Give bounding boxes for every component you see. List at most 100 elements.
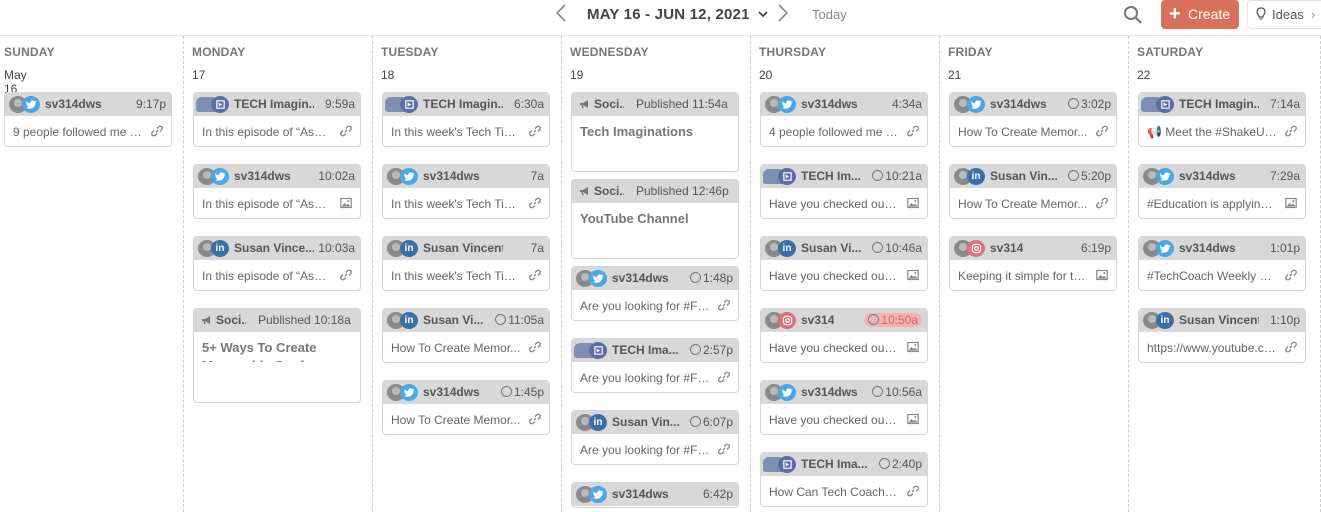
post-card[interactable]: sv314dws 6:42p: [571, 482, 739, 508]
post-card[interactable]: sv314dws 10:56a Have you checked out ...: [760, 380, 928, 435]
scheduled-time: 2:57p: [690, 343, 733, 357]
post-card[interactable]: sv314dws 7a In this week's Tech Tip,...: [382, 164, 550, 219]
post-card[interactable]: sv314dws 10:02a In this episode of “Ask t.…: [193, 164, 361, 219]
image-icon: [1285, 197, 1297, 209]
post-text: How To Create Memor...: [958, 197, 1088, 211]
day-name: FRIDAY: [948, 45, 993, 59]
day-name: MONDAY: [192, 45, 246, 59]
post-card[interactable]: sv314 6:19p Keeping it simple for to...: [949, 236, 1117, 291]
twitter-icon: [778, 96, 796, 113]
next-range-button[interactable]: [773, 4, 793, 26]
youtube-icon: [589, 342, 607, 359]
post-card-header: Soci... Published 11:54a: [572, 93, 738, 116]
post-card[interactable]: sv314dws 7:29a #Education is applying ...: [1138, 164, 1306, 219]
search-icon: [1124, 6, 1142, 24]
youtube-icon: [778, 168, 796, 185]
link-icon: [1285, 125, 1297, 137]
post-preview: Have you checked out ...: [761, 404, 927, 434]
day-date: 17: [192, 68, 206, 82]
account-name: Susan Vince...: [234, 241, 314, 255]
scheduled-time: 2:40p: [879, 457, 922, 471]
scheduled-time: 7a: [530, 241, 544, 255]
post-card[interactable]: sv314dws 9:17p 9 people followed me a...: [4, 92, 172, 147]
post-card-header: sv314dws 1:45p: [383, 381, 549, 404]
link-icon: [1285, 269, 1297, 281]
post-card-header: sv314dws 10:56a: [761, 381, 927, 404]
post-card[interactable]: in Susan Vi... 10:46a Have you checked out …: [760, 236, 928, 291]
day-date: 21: [948, 68, 962, 82]
post-text: 9 people followed me a...: [13, 125, 143, 139]
previous-range-button[interactable]: [551, 4, 571, 26]
post-text: Keeping it simple for to...: [958, 269, 1088, 283]
post-text: In this episode of “Ask t...: [202, 125, 332, 139]
post-preview: Have you checked out ...: [761, 332, 927, 362]
post-preview: How To Create Memor...: [950, 188, 1116, 218]
post-text: How To Create Memor...: [958, 125, 1088, 139]
post-card-header: TECH Im... 10:21a: [761, 165, 927, 188]
post-card[interactable]: sv314dws 4:34a 4 people followed me a...: [760, 92, 928, 147]
post-card[interactable]: TECH Imagin... 9:59a In this episode of “A…: [193, 92, 361, 147]
scheduled-time: 7:14a: [1269, 97, 1300, 111]
image-icon: [907, 197, 919, 209]
post-text: #TechCoach Weekly ep...: [1147, 269, 1277, 283]
chevron-left-icon: [555, 4, 566, 22]
post-card[interactable]: sv314dws 1:48p Are you looking for #Fu...: [571, 266, 739, 321]
twitter-icon: [1156, 240, 1174, 257]
post-card[interactable]: TECH Imagin... 6:30a In this week's Tech T…: [382, 92, 550, 147]
search-button[interactable]: [1122, 4, 1144, 26]
scheduled-time: 1:45p: [501, 385, 544, 399]
post-card[interactable]: sv314dws 1:45p How To Create Memor...: [382, 380, 550, 435]
scheduled-time: 1:48p: [690, 271, 733, 285]
post-preview: Are you looking for #Fu...: [572, 434, 738, 464]
scheduled-time: 10:50a: [864, 313, 922, 327]
date-range-picker[interactable]: MAY 16 - JUN 12, 2021: [587, 6, 768, 23]
post-title: 5+ Ways To Create Memorable Conference P…: [202, 340, 346, 362]
post-preview: https://www.youtube.co...: [1139, 332, 1305, 362]
post-card[interactable]: Soci... Published 10:18a 5+ Ways To Create…: [193, 308, 361, 403]
scheduled-time: 10:46a: [872, 241, 922, 255]
post-text: How To Create Memor...: [391, 341, 521, 355]
account-name: Soci...: [216, 313, 246, 327]
plus-icon: +: [1169, 3, 1181, 25]
account-name: sv314dws: [423, 385, 480, 399]
account-name: TECH Imagin...: [1179, 97, 1259, 111]
post-text: Have you checked out ...: [769, 197, 899, 211]
post-card-header: in Susan Vince... 10:03a: [194, 237, 360, 260]
post-preview: #Education is applying ...: [1139, 188, 1305, 218]
create-button[interactable]: + Create: [1161, 0, 1239, 29]
link-icon: [340, 125, 352, 137]
post-title: YouTube Channel: [580, 211, 689, 226]
post-card[interactable]: TECH Im... 10:21a Have you checked out ...: [760, 164, 928, 219]
megaphone-icon: [580, 100, 588, 109]
published-time: Published 10:18a: [258, 313, 351, 327]
post-card[interactable]: TECH Ima... 2:40p How Can Tech Coache...: [760, 452, 928, 507]
post-card[interactable]: Soci... Published 11:54a Tech Imaginations: [571, 92, 739, 172]
youtube-icon: [211, 96, 229, 113]
twitter-icon: [1156, 168, 1174, 185]
scheduled-time: 10:03a: [318, 241, 355, 255]
ideas-button[interactable]: Ideas ›: [1247, 0, 1321, 29]
calendar-toolbar: MAY 16 - JUN 12, 2021 Today + Create Ide…: [0, 0, 1321, 36]
account-name: sv314: [801, 313, 835, 327]
post-card-header: TECH Imagin... 9:59a: [194, 93, 360, 116]
post-card[interactable]: sv314dws 1:01p #TechCoach Weekly ep...: [1138, 236, 1306, 291]
post-card[interactable]: in Susan Vincentz 1:10p https://www.youtube…: [1138, 308, 1306, 363]
post-card[interactable]: in Susan Vin... 5:20p How To Create Memor..…: [949, 164, 1117, 219]
post-card[interactable]: in Susan Vi... 11:05a How To Create Memor..…: [382, 308, 550, 363]
post-card[interactable]: Soci... Published 12:46p YouTube Channel: [571, 179, 739, 259]
post-card[interactable]: in Susan Vin... 6:07p Are you looking for #…: [571, 410, 739, 465]
create-button-label: Create: [1188, 6, 1231, 22]
account-name: Susan Vin...: [612, 415, 680, 429]
today-button[interactable]: Today: [812, 7, 847, 22]
post-card[interactable]: TECH Ima... 2:57p Are you looking for #Fu.…: [571, 338, 739, 393]
day-name: SATURDAY: [1137, 45, 1204, 59]
post-card[interactable]: TECH Imagin... 7:14a 📢 Meet the #ShakeUp..…: [1138, 92, 1306, 147]
account-name: TECH Ima...: [801, 457, 868, 471]
post-preview: How Can Tech Coache...: [761, 476, 927, 506]
post-card[interactable]: sv314 10:50a Have you checked out ...: [760, 308, 928, 363]
date-range-label: MAY 16 - JUN 12, 2021: [587, 6, 750, 23]
post-card[interactable]: in Susan Vincentz 7a In this week's Tech Ti…: [382, 236, 550, 291]
post-card-header: sv314dws 7:29a: [1139, 165, 1305, 188]
post-card[interactable]: sv314dws 3:02p How To Create Memor...: [949, 92, 1117, 147]
post-card[interactable]: in Susan Vince... 10:03a In this episode of…: [193, 236, 361, 291]
